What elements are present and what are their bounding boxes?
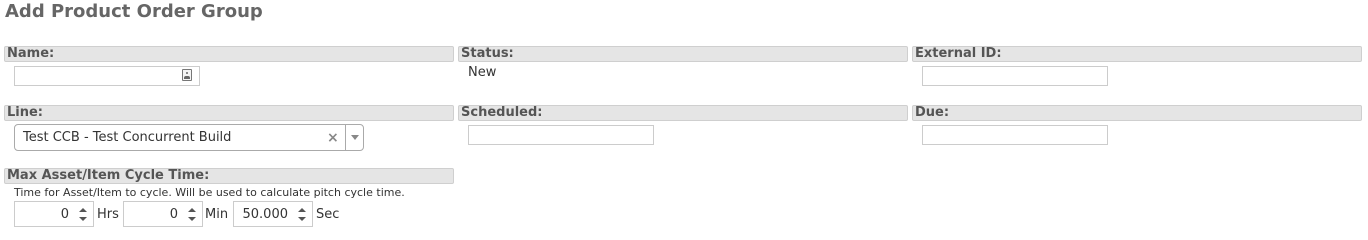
spin-down-icon[interactable] xyxy=(188,217,196,221)
scheduled-label: Scheduled: xyxy=(458,105,908,121)
contact-card-icon[interactable] xyxy=(182,69,192,81)
minutes-unit: Min xyxy=(205,207,229,222)
hours-value: 0 xyxy=(60,207,69,222)
cycle-time-help: Time for Asset/Item to cycle. Will be us… xyxy=(14,186,405,199)
spin-up-icon[interactable] xyxy=(188,208,196,212)
status-value: New xyxy=(468,65,497,80)
line-select[interactable]: Test CCB - Test Concurrent Build × xyxy=(14,124,364,151)
external-id-label: External ID: xyxy=(912,46,1362,62)
dropdown-toggle[interactable] xyxy=(345,125,364,150)
minutes-value: 0 xyxy=(169,207,178,222)
clear-x-icon[interactable]: × xyxy=(327,130,339,146)
spin-up-icon[interactable] xyxy=(298,208,306,212)
seconds-value: 50.000 xyxy=(242,207,289,222)
name-input[interactable] xyxy=(14,66,200,86)
line-label: Line: xyxy=(4,105,454,121)
name-label: Name: xyxy=(4,46,454,62)
due-label: Due: xyxy=(912,105,1362,121)
status-label: Status: xyxy=(458,46,908,62)
hours-unit: Hrs xyxy=(97,207,119,222)
spin-down-icon[interactable] xyxy=(79,217,87,221)
minutes-spinner[interactable]: 0 xyxy=(123,201,203,227)
spin-down-icon[interactable] xyxy=(298,217,306,221)
cycle-time-label: Max Asset/Item Cycle Time: xyxy=(4,168,454,184)
spin-up-icon[interactable] xyxy=(79,208,87,212)
page-title: Add Product Order Group xyxy=(5,1,263,22)
line-select-value: Test CCB - Test Concurrent Build xyxy=(23,130,232,145)
external-id-input[interactable] xyxy=(922,66,1108,86)
scheduled-input[interactable] xyxy=(468,125,654,145)
seconds-unit: Sec xyxy=(316,207,340,222)
chevron-down-icon xyxy=(351,135,359,140)
hours-spinner[interactable]: 0 xyxy=(14,201,94,227)
due-input[interactable] xyxy=(922,125,1108,145)
seconds-spinner[interactable]: 50.000 xyxy=(233,201,313,227)
